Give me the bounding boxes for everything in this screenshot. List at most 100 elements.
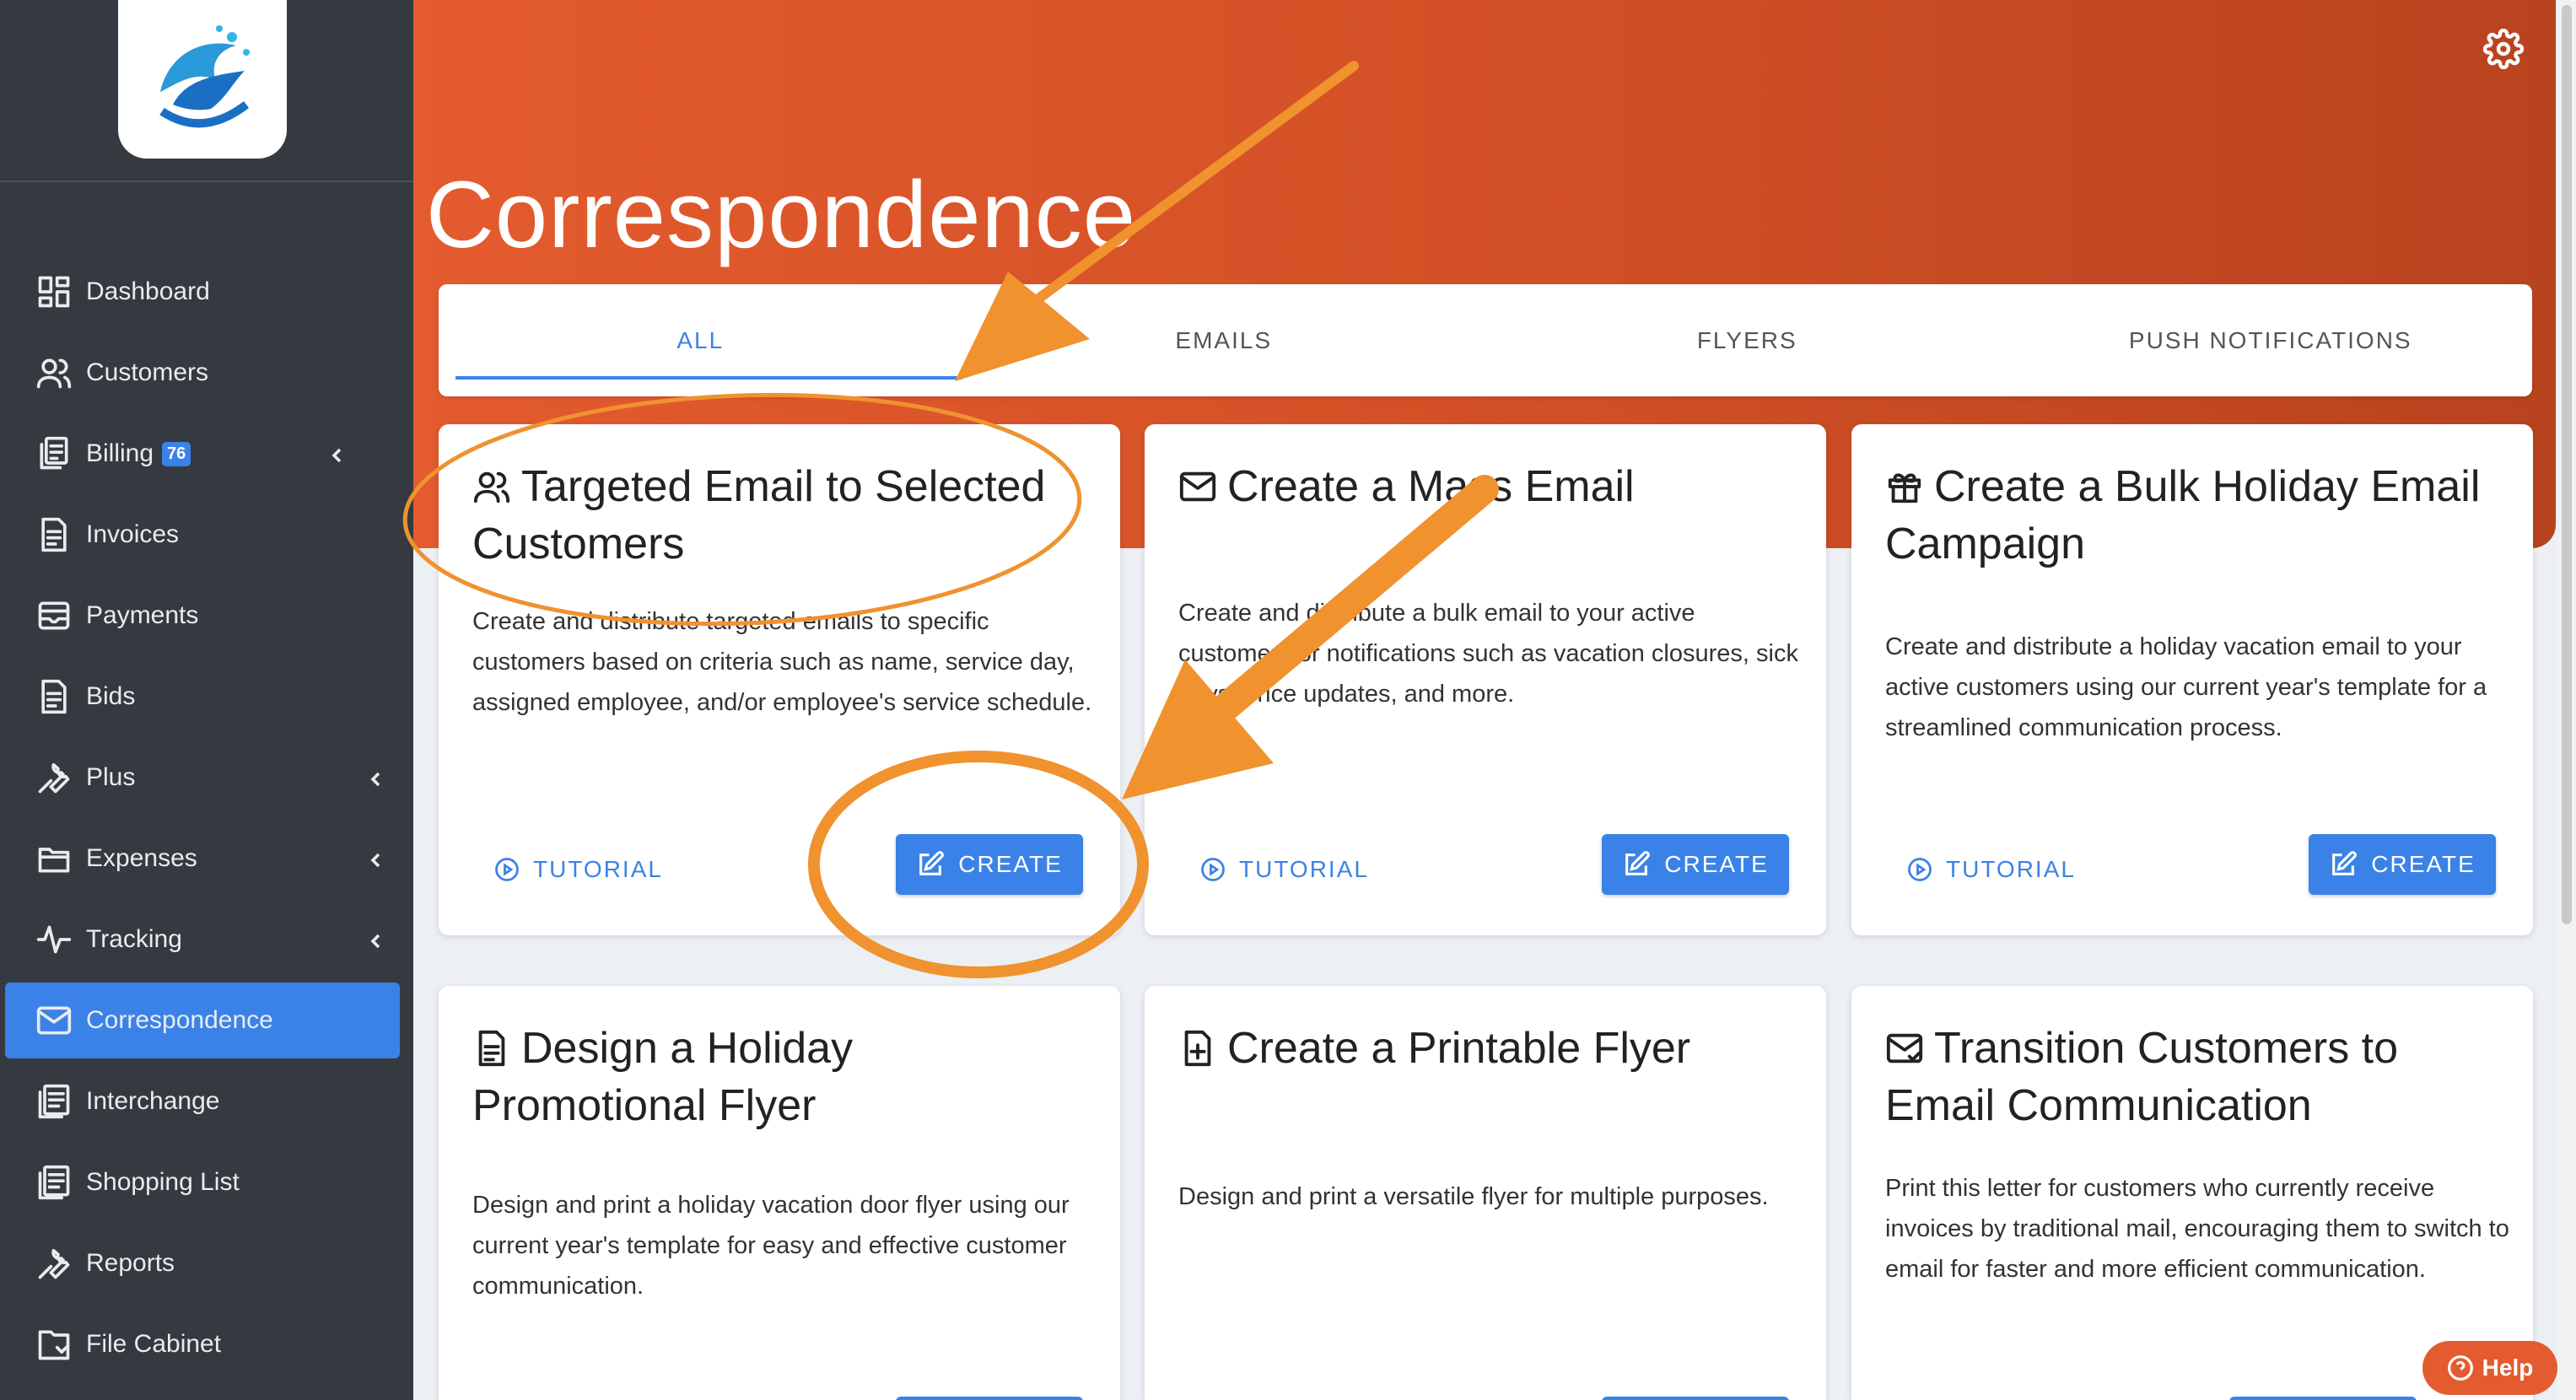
payments-icon [34,595,74,636]
card-title: Targeted Email to Selected Customers [472,458,1088,573]
tutorial-label: TUTORIAL [1946,856,2076,882]
card-description: Print this letter for customers who curr… [1885,1175,2509,1283]
play-circle-icon [1908,858,1932,881]
correspondence-tabs: ALL EMAILS FLYERS PUSH NOTIFICATIONS [439,284,2532,396]
billing-count-badge: 76 [162,441,191,466]
card-title-text: Targeted Email to Selected Customers [472,462,1046,568]
sidebar-item-label: Reports [86,1249,175,1277]
sidebar-item-tracking[interactable]: Tracking [0,899,413,980]
sidebar-item-label: Payments [86,601,199,629]
sidebar-item-invoices[interactable]: Invoices [0,494,413,575]
mail-icon [34,1000,74,1041]
create-button[interactable] [896,1397,1083,1400]
card-title-text: Create a Bulk Holiday Email Campaign [1885,462,2481,568]
sidebar-item-label: Tracking [86,925,182,953]
sidebar-item-label: Dashboard [86,277,210,305]
tab-emails[interactable]: EMAILS [962,284,1486,396]
sidebar-item-correspondence[interactable]: Correspondence [5,983,400,1058]
play-circle-icon [1201,858,1225,881]
sidebar-item-label: Correspondence [86,1006,273,1034]
card-description: Create and distribute targeted emails to… [472,608,1092,716]
create-button[interactable] [1602,1397,1789,1400]
tutorial-button[interactable]: TUTORIAL [1907,856,2076,883]
sidebar-item-expenses[interactable]: Expenses [0,818,413,899]
scrollbar-thumb[interactable] [2562,5,2572,924]
card-title-text: Design a Holiday Promotional Flyer [472,1024,854,1130]
tab-all[interactable]: ALL [439,284,962,396]
mail-check-icon [1885,1025,1924,1063]
list-icon [34,1162,74,1203]
sidebar-item-label: Invoices [86,520,180,548]
card-title-text: Create a Printable Flyer [1227,1024,1691,1073]
chevron-left-icon[interactable] [329,442,346,463]
sidebar-item-bids[interactable]: Bids [0,656,413,737]
sidebar-item-label: Expenses [86,844,197,872]
help-icon [2447,1355,2473,1381]
sidebar-item-label: Interchange [86,1087,220,1115]
create-button[interactable]: CREATE [896,834,1083,895]
sidebar-item-file-cabinet[interactable]: File Cabinet [0,1304,413,1385]
bids-icon [34,676,74,717]
help-button[interactable]: Help [2422,1341,2557,1395]
document-icon [472,1025,511,1067]
create-button[interactable] [2229,1397,2417,1400]
sidebar-nav: Dashboard Customers Billing 76 Invoices … [0,251,413,1385]
sidebar-item-plus[interactable]: Plus [0,737,413,818]
sidebar-item-customers[interactable]: Customers [0,332,413,413]
page-title: Correspondence [426,162,1137,267]
edit-icon [1625,851,1651,875]
app-logo[interactable] [118,0,287,159]
wrench-icon [34,757,74,798]
card-bulk-holiday-email: Create a Bulk Holiday Email Campaign Cre… [1851,424,2533,935]
invoice-icon [34,514,74,555]
card-holiday-flyer: Design a Holiday Promotional Flyer Desig… [439,986,1120,1400]
sidebar-item-payments[interactable]: Payments [0,575,413,656]
card-title-text: Transition Customers to Email Communicat… [1885,1024,2399,1130]
card-description: Create and distribute a holiday vacation… [1885,633,2487,741]
create-button[interactable]: CREATE [2309,834,2496,895]
create-button[interactable]: CREATE [1602,834,1789,895]
reports-icon [34,1243,74,1284]
users-icon [34,353,74,393]
help-label: Help [2482,1354,2534,1381]
card-title: Transition Customers to Email Communicat… [1885,1020,2501,1134]
sidebar-item-reports[interactable]: Reports [0,1223,413,1304]
play-circle-icon [495,858,519,881]
create-label: CREATE [2371,851,2476,877]
sidebar-item-dashboard[interactable]: Dashboard [0,251,413,332]
file-plus-icon [1178,1025,1217,1067]
mail-icon [1178,463,1217,502]
create-label: CREATE [958,851,1063,877]
chevron-left-icon[interactable] [368,766,385,787]
gear-icon[interactable] [2482,28,2525,70]
card-title: Design a Holiday Promotional Flyer [472,1020,1088,1134]
sidebar: Dashboard Customers Billing 76 Invoices … [0,0,413,1400]
interchange-icon [34,1081,74,1122]
chevron-left-icon[interactable] [368,928,385,949]
card-transition-email: Transition Customers to Email Communicat… [1851,986,2533,1400]
tutorial-button[interactable]: TUTORIAL [1200,856,1369,883]
card-description: Create and distribute a bulk email to yo… [1178,600,1798,708]
sidebar-item-interchange[interactable]: Interchange [0,1061,413,1142]
sidebar-item-label: Billing [86,439,154,467]
tutorial-button[interactable]: TUTORIAL [494,856,663,883]
dashboard-icon [34,272,74,312]
tab-flyers[interactable]: FLYERS [1485,284,2009,396]
sidebar-item-shopping-list[interactable]: Shopping List [0,1142,413,1223]
chevron-left-icon[interactable] [368,847,385,868]
card-description: Design and print a holiday vacation door… [472,1192,1070,1300]
file-cabinet-icon [34,1324,74,1365]
billing-icon [34,433,74,474]
card-description: Design and print a versatile flyer for m… [1178,1183,1769,1210]
sidebar-item-label: Customers [86,358,209,386]
card-title: Create a Bulk Holiday Email Campaign [1885,458,2501,573]
card-title: Create a Mass Email [1178,458,1794,515]
sidebar-item-label: Plus [86,763,136,791]
tutorial-label: TUTORIAL [1239,856,1369,882]
sidebar-item-label: File Cabinet [86,1330,222,1358]
sidebar-item-billing[interactable]: Billing 76 [0,413,413,494]
card-mass-email: Create a Mass Email Create and distribut… [1145,424,1826,935]
sidebar-item-label: Shopping List [86,1168,240,1196]
tab-push-notifications[interactable]: PUSH NOTIFICATIONS [2009,284,2533,396]
tutorial-label: TUTORIAL [533,856,663,882]
